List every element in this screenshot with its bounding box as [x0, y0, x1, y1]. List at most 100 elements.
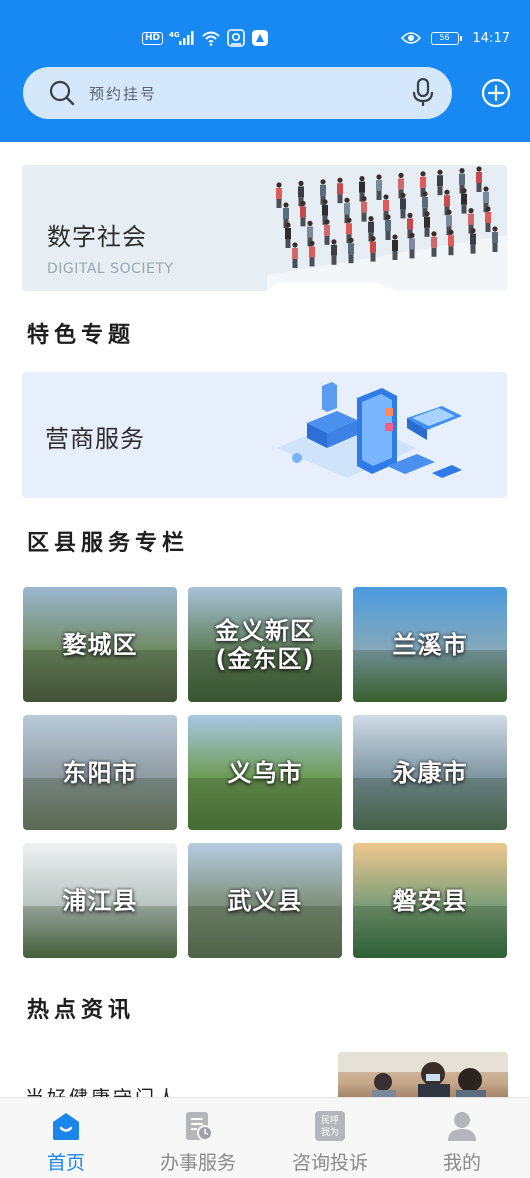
home-content[interactable]: 数字社会 DIGITAL SOCIETY 特色专题 营商服务 区县服务专栏 婺城…: [0, 142, 530, 1097]
crowd-person-head: [392, 234, 398, 240]
news-item-thumbnail: [338, 1052, 508, 1097]
crowd-person-legs: [470, 244, 476, 254]
district-tile[interactable]: 磐安县: [353, 843, 507, 958]
crowd-person-head: [483, 186, 489, 192]
tab-profile[interactable]: 我的: [396, 1098, 528, 1178]
crowd-person-head: [300, 200, 306, 206]
district-tile[interactable]: 永康市: [353, 715, 507, 830]
home-icon: [53, 1113, 79, 1140]
network-type-label: 4G: [169, 31, 180, 39]
crowd-person-head: [298, 180, 304, 186]
crowd-person-head: [346, 217, 352, 223]
crowd-person-body: [309, 246, 315, 258]
crowd-person-head: [420, 171, 426, 177]
crowd-person-body: [422, 196, 428, 208]
search-icon[interactable]: [49, 80, 75, 106]
crowd-person-head: [424, 211, 430, 217]
crowd-person-head: [446, 209, 452, 215]
crowd-person-legs: [392, 251, 398, 260]
crowd-person-body: [446, 215, 452, 227]
crowd-person-body: [322, 204, 328, 216]
district-tile[interactable]: 金义新区 (金东区): [188, 587, 342, 702]
crowd-person-body: [444, 195, 450, 207]
crowd-person-legs: [424, 227, 430, 237]
crowd-person-body: [485, 212, 491, 223]
crowd-person-head: [285, 222, 291, 228]
tab-services-label: 办事服务: [159, 1152, 236, 1174]
crowd-person-body: [307, 226, 313, 238]
crowd-person-body: [300, 206, 306, 218]
crowd-person-body: [476, 172, 482, 183]
crowd-person-head: [359, 176, 365, 182]
eye-icon: [400, 32, 421, 44]
crowd-person-body: [400, 198, 406, 210]
crowd-person-body: [448, 235, 454, 247]
crowd-person-legs: [285, 239, 291, 248]
news-list-item[interactable]: 当好健康守门人: [0, 1047, 530, 1097]
crowd-person-legs: [485, 223, 491, 232]
crowd-person-body: [398, 178, 404, 190]
district-tile[interactable]: 婺城区: [23, 587, 177, 702]
wifi-icon: [202, 31, 220, 46]
crowd-person-head: [492, 226, 498, 232]
battery-indicator: 56: [430, 31, 462, 45]
crowd-person-legs: [431, 247, 437, 257]
person-icon: [448, 1112, 476, 1141]
crowd-person-head: [485, 206, 491, 212]
crowd-person-head: [400, 192, 406, 198]
crowd-person-legs: [309, 257, 315, 267]
district-tile-label: 武义县: [227, 886, 303, 915]
crowd-person-head: [376, 174, 382, 180]
crowd-person-body: [298, 186, 304, 198]
crowd-person-head: [368, 216, 374, 222]
crowd-person-legs: [337, 194, 343, 204]
district-tile-label: 浦江县: [62, 886, 138, 915]
district-tile[interactable]: 武义县: [188, 843, 342, 958]
business-service-banner[interactable]: 营商服务: [22, 372, 507, 498]
people-voice-icon: 民呼 我为: [315, 1111, 345, 1141]
crowd-person-body: [324, 224, 330, 236]
status-left-icons: HD 4G: [142, 26, 269, 50]
crowd-person-body: [492, 232, 498, 243]
crowd-person-body: [348, 243, 354, 255]
crowd-person-head: [398, 172, 404, 178]
district-grid: 婺城区 金义新区 (金东区) 兰溪市东阳市 义乌市 永康市浦江县 武义县 磐安县: [23, 587, 508, 959]
add-circle-icon[interactable]: [481, 78, 511, 108]
crowd-person-legs: [476, 183, 482, 192]
tab-profile-label: 我的: [442, 1152, 481, 1174]
search-bar[interactable]: [23, 67, 452, 119]
featured-section-title: 特色专题: [27, 323, 136, 348]
crowd-person-head: [448, 229, 454, 235]
crowd-person-head: [461, 188, 467, 194]
crowd-person-body: [376, 180, 382, 191]
digital-society-banner[interactable]: 数字社会 DIGITAL SOCIETY: [22, 165, 507, 291]
status-time: 14:17: [472, 30, 510, 46]
district-tile[interactable]: 东阳市: [23, 715, 177, 830]
crowd-person-legs: [492, 243, 498, 252]
district-tile-label: 永康市: [392, 758, 468, 787]
crowd-person-head: [320, 179, 326, 185]
crowd-person-body: [420, 176, 426, 188]
crowd-person-legs: [370, 252, 376, 262]
crowd-person-legs: [400, 209, 406, 219]
tab-consult[interactable]: 民呼 我为 咨询投诉: [264, 1098, 396, 1178]
crowd-person-body: [368, 221, 374, 233]
crowd-person-head: [385, 214, 391, 220]
tab-home[interactable]: 首页: [0, 1098, 132, 1178]
crowd-person-body: [459, 173, 465, 185]
crowd-person-body: [276, 188, 282, 199]
microphone-icon[interactable]: [412, 78, 434, 108]
tab-services[interactable]: 办事服务: [132, 1098, 264, 1178]
search-input[interactable]: [87, 79, 391, 109]
crowd-person-head: [361, 196, 367, 202]
district-tile[interactable]: 兰溪市: [353, 587, 507, 702]
district-tile-label: 婺城区: [62, 630, 138, 659]
crowd-person-body: [409, 238, 415, 250]
hd-badge: HD: [142, 31, 164, 45]
district-tile[interactable]: 义乌市: [188, 715, 342, 830]
district-tile[interactable]: 浦江县: [23, 843, 177, 958]
crowd-person-body: [292, 248, 298, 259]
crowd-person-body: [344, 203, 350, 215]
crowd-person-head: [444, 189, 450, 195]
crowd-person-body: [385, 220, 391, 231]
